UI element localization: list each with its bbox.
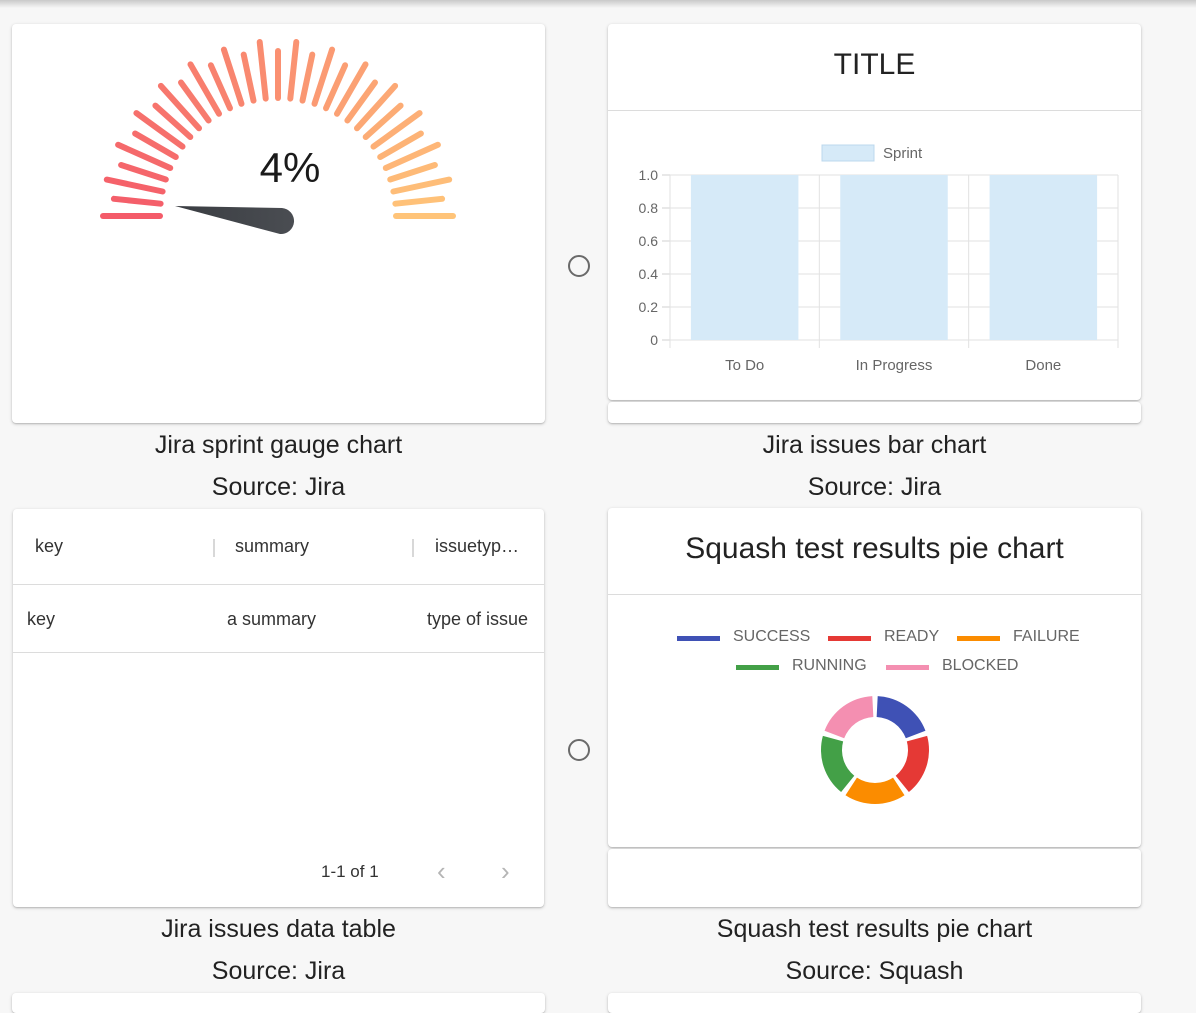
- top-shadow: [0, 0, 1196, 8]
- bar[interactable]: [690, 175, 799, 340]
- column-header-summary[interactable]: summary: [235, 536, 309, 557]
- chevron-left-icon[interactable]: ‹: [437, 858, 446, 884]
- x-tick-label: Done: [1025, 357, 1061, 374]
- x-tick-label: In Progress: [856, 357, 933, 374]
- select-radio-pie-chart[interactable]: [568, 739, 590, 761]
- gauge-tick: [387, 162, 438, 183]
- y-tick-label: 0: [650, 332, 658, 348]
- data-table-card: key summary issuetyp… key a summary type…: [13, 509, 544, 907]
- next-card: [608, 993, 1141, 1013]
- y-tick-label: 0.6: [639, 233, 659, 249]
- column-header-issuetype[interactable]: issuetyp…: [435, 536, 519, 557]
- gauge-tick: [287, 39, 300, 102]
- y-tick-label: 1.0: [639, 167, 659, 183]
- legend-swatch: [957, 636, 1000, 641]
- bar-card-source: Source: Jira: [807, 473, 942, 501]
- pie-chart-card-footer: [608, 849, 1141, 907]
- bar-chart-card-footer: [608, 402, 1141, 423]
- gauge-tick: [392, 195, 446, 207]
- y-tick-label: 0.8: [639, 200, 659, 216]
- y-tick-label: 0.2: [639, 299, 659, 315]
- legend-swatch: [828, 636, 871, 641]
- pie-slice-blocked[interactable]: [824, 696, 874, 739]
- legend-swatch: [736, 665, 779, 670]
- pie-chart-card-title: Squash test results pie chart: [685, 532, 1064, 565]
- next-card: [12, 993, 545, 1013]
- y-tick-label: 0.4: [639, 266, 659, 282]
- gauge-tick: [157, 82, 202, 132]
- gauge-tick: [256, 39, 269, 102]
- legend-label: Sprint: [883, 145, 923, 162]
- legend-label: BLOCKED: [942, 657, 1019, 674]
- legend-swatch: [821, 144, 875, 162]
- table-card-title: Jira issues data table: [161, 915, 396, 943]
- bar[interactable]: [989, 175, 1098, 340]
- table-row[interactable]: key a summary type of issue: [13, 585, 544, 652]
- gauge-value: 4%: [259, 144, 321, 191]
- pie-card-title: Squash test results pie chart: [716, 915, 1033, 943]
- bar-chart-card-title: TITLE: [833, 48, 916, 81]
- gauge-tick: [103, 176, 166, 195]
- gauge-tick: [354, 82, 399, 132]
- gauge-needle: [175, 206, 295, 235]
- pie-slice-running[interactable]: [821, 735, 855, 793]
- pie-slice-ready[interactable]: [895, 735, 929, 793]
- chevron-right-icon[interactable]: ›: [501, 858, 510, 884]
- pie-chart: [821, 696, 929, 804]
- gauge-tick: [299, 51, 316, 104]
- legend-swatch: [886, 665, 929, 670]
- cell-summary: a summary: [227, 609, 317, 629]
- pie-slice-success[interactable]: [876, 696, 926, 739]
- pagination-label: 1-1 of 1: [321, 862, 379, 881]
- table-card-source: Source: Jira: [211, 957, 346, 985]
- gauge-tick: [110, 195, 164, 207]
- card-divider: [608, 594, 1141, 595]
- cell-issuetype: type of issue: [427, 609, 529, 629]
- bar-chart-card: TITLE Sprint 1.0 0.8 0.6 0.4 0.2 0 To Do In Prog…: [608, 24, 1141, 400]
- column-separator[interactable]: [213, 539, 215, 557]
- column-header-key[interactable]: key: [35, 536, 63, 557]
- gauge-tick: [390, 176, 453, 195]
- legend-label: SUCCESS: [733, 628, 811, 645]
- gauge-tick: [240, 51, 257, 104]
- legend-label: FAILURE: [1013, 628, 1080, 645]
- pie-slice-failure[interactable]: [845, 777, 905, 804]
- gauge-tick: [118, 162, 169, 183]
- table-row-divider: [13, 652, 544, 653]
- legend-label: READY: [884, 628, 940, 645]
- cell-key: key: [27, 609, 56, 629]
- pie-card-source: Source: Squash: [785, 957, 964, 985]
- pie-chart-card: Squash test results pie chart SUCCESS RE…: [608, 508, 1141, 847]
- gauge-card-source: Source: Jira: [211, 473, 346, 501]
- bar[interactable]: [840, 175, 948, 340]
- legend-label: RUNNING: [792, 657, 867, 674]
- bar-card-title: Jira issues bar chart: [762, 431, 987, 459]
- column-separator[interactable]: [412, 539, 414, 557]
- gauge-chart: [100, 39, 456, 235]
- legend-swatch: [677, 636, 720, 641]
- bar-chart: Sprint 1.0 0.8 0.6 0.4 0.2 0 To Do In Progress Do…: [639, 144, 1119, 374]
- select-radio-bar-chart[interactable]: [568, 255, 590, 277]
- gauge-card-title: Jira sprint gauge chart: [154, 431, 403, 459]
- gauge-card: 4%: [12, 24, 545, 423]
- x-tick-label: To Do: [725, 357, 764, 374]
